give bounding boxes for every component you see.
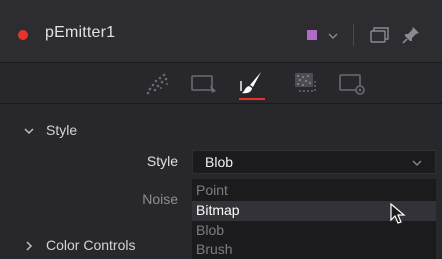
noise-texture-icon: [295, 73, 316, 92]
style-section-label: Style: [46, 122, 78, 138]
tab-noise[interactable]: [290, 67, 322, 99]
brush-icon: [240, 72, 261, 94]
color-swatch-icon: [307, 30, 317, 40]
float-window-icon[interactable]: [368, 25, 390, 45]
pin-icon[interactable]: [400, 24, 422, 46]
style-dropdown[interactable]: Blob: [192, 150, 436, 174]
style-field-label: Style: [146, 153, 178, 169]
header-divider: [353, 24, 354, 46]
noise-field-label: Noise: [142, 191, 178, 207]
tab-region[interactable]: [188, 67, 220, 99]
chevron-down-icon: [412, 160, 422, 166]
inspector-tabbar: [0, 63, 442, 104]
menu-item-point[interactable]: Point: [192, 181, 436, 201]
style-section-header[interactable]: Style: [0, 118, 442, 144]
chevron-down-icon: [328, 33, 338, 39]
node-color-picker[interactable]: [303, 28, 343, 44]
style-dropdown-value: Blob: [205, 154, 234, 170]
mouse-cursor-icon: [390, 203, 406, 224]
particles-icon: [146, 73, 168, 95]
inspector-panel: pEmitter1 Style Style Blob Noise Color C…: [0, 0, 442, 259]
chevron-right-icon: [26, 241, 33, 251]
tab-settings[interactable]: [336, 67, 368, 99]
region-icon: [191, 75, 216, 93]
node-title: pEmitter1: [45, 24, 116, 41]
node-status-dot[interactable]: [18, 30, 28, 40]
chevron-down-icon: [24, 128, 34, 135]
settings-icon: [339, 74, 365, 95]
node-header: pEmitter1: [0, 0, 442, 63]
tab-particles[interactable]: [142, 67, 174, 99]
tab-style[interactable]: [236, 67, 268, 100]
menu-item-brush[interactable]: Brush: [192, 240, 436, 259]
color-controls-section-label: Color Controls: [46, 237, 136, 253]
